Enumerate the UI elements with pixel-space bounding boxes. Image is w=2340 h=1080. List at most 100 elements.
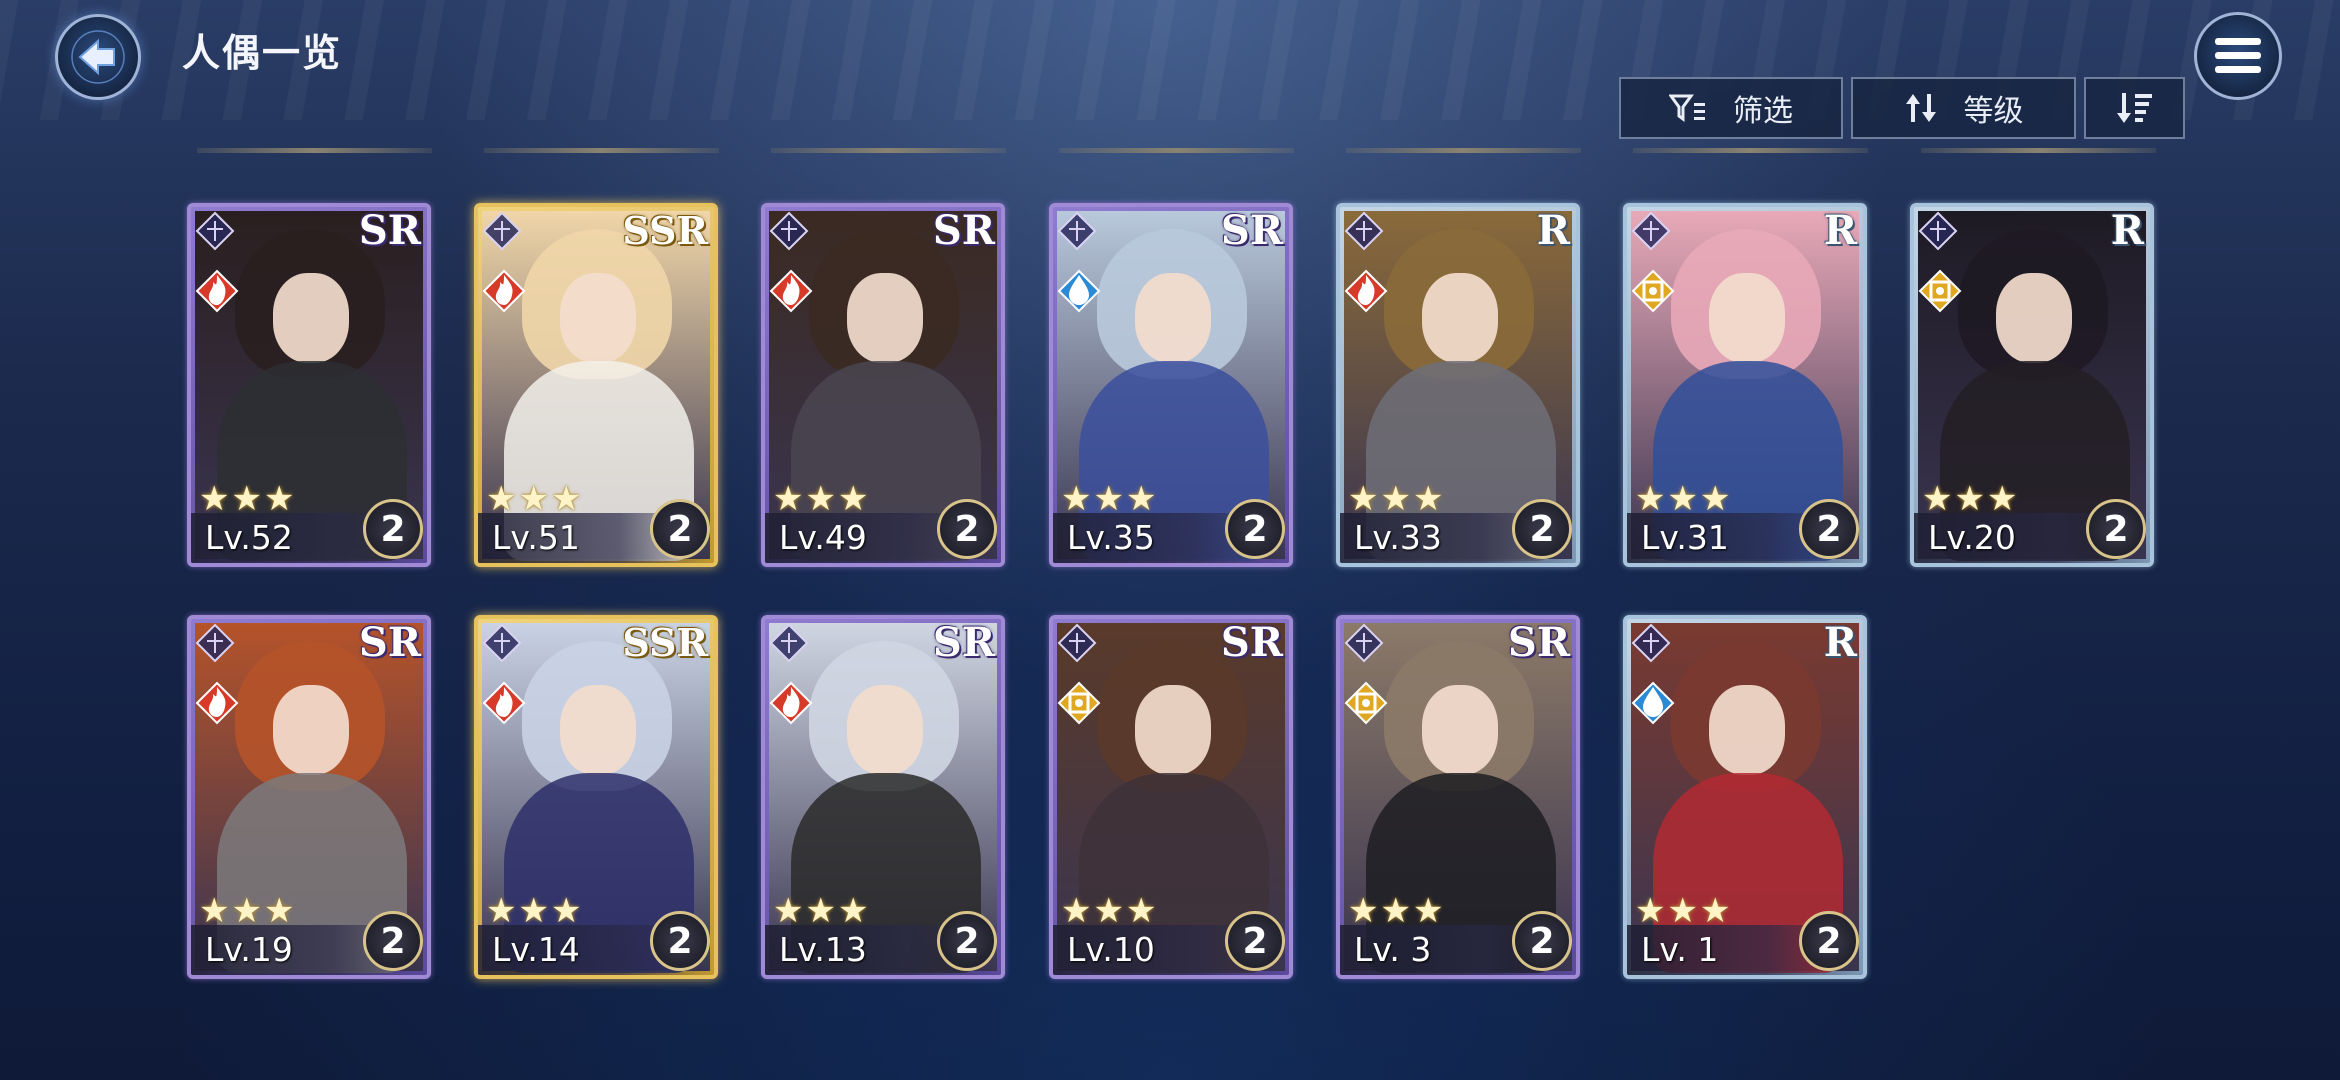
class-icon	[1918, 211, 1958, 251]
awakening-badge: 2	[1225, 911, 1285, 971]
awakening-badge: 2	[937, 499, 997, 559]
level-label: Lv.52	[205, 518, 293, 557]
star-rating: ★★★	[1348, 891, 1446, 931]
star-rating: ★★★	[199, 479, 297, 519]
star-rating: ★★★	[199, 891, 297, 931]
doll-card[interactable]: R ★★★ Lv. 1 2	[1623, 615, 1867, 979]
star-rating: ★★★	[1635, 891, 1733, 931]
rarity-label: R	[1823, 619, 1857, 666]
class-icon	[1057, 211, 1097, 251]
doll-card[interactable]: R ★★★ Lv.31 2	[1623, 203, 1867, 567]
class-icon	[482, 211, 522, 251]
sort-order-button[interactable]	[2084, 77, 2185, 139]
doll-card[interactable]: SR ★★★ Lv.10 2	[1049, 615, 1293, 979]
water-element-icon	[1631, 681, 1675, 725]
level-label: Lv.10	[1067, 930, 1155, 969]
class-icon	[482, 623, 522, 663]
fire-element-icon	[195, 269, 239, 313]
filter-icon	[1669, 94, 1705, 122]
back-arrow-icon	[71, 30, 125, 84]
rarity-label: SR	[932, 207, 995, 254]
class-icon	[1631, 623, 1671, 663]
fire-element-icon	[769, 681, 813, 725]
sort-descending-icon	[2116, 93, 2152, 123]
doll-card[interactable]: SR ★★★ Lv.52 2	[187, 203, 431, 567]
doll-card[interactable]: SR ★★★ Lv.49 2	[761, 203, 1005, 567]
fire-element-icon	[482, 681, 526, 725]
level-label: Lv.20	[1928, 518, 2016, 557]
rarity-label: R	[2110, 207, 2144, 254]
divider-line	[484, 148, 719, 153]
doll-card[interactable]: SR ★★★ Lv.13 2	[761, 615, 1005, 979]
class-icon	[769, 211, 809, 251]
level-label: Lv.49	[779, 518, 867, 557]
light-element-icon	[1057, 681, 1101, 725]
rarity-label: SSR	[622, 208, 708, 253]
doll-card[interactable]: SR ★★★ Lv.19 2	[187, 615, 431, 979]
doll-card[interactable]: SSR ★★★ Lv.14 2	[474, 615, 718, 979]
divider-line	[197, 148, 432, 153]
light-element-icon	[1344, 681, 1388, 725]
doll-card[interactable]: SSR ★★★ Lv.51 2	[474, 203, 718, 567]
star-rating: ★★★	[486, 479, 584, 519]
rarity-label: SSR	[622, 620, 708, 665]
fire-element-icon	[769, 269, 813, 313]
star-rating: ★★★	[773, 479, 871, 519]
awakening-badge: 2	[1512, 499, 1572, 559]
class-icon	[769, 623, 809, 663]
sort-label: 等级	[1963, 94, 2024, 129]
awakening-badge: 2	[363, 911, 423, 971]
rarity-label: SR	[1220, 619, 1283, 666]
doll-card[interactable]: R ★★★ Lv.20 2	[1910, 203, 2154, 567]
class-icon	[1631, 211, 1671, 251]
page-title: 人偶一览	[182, 31, 343, 75]
awakening-badge: 2	[650, 499, 710, 559]
divider-line	[1921, 148, 2156, 153]
doll-card[interactable]: SR ★★★ Lv. 3 2	[1336, 615, 1580, 979]
level-label: Lv. 1	[1641, 930, 1719, 969]
star-rating: ★★★	[1061, 891, 1159, 931]
star-rating: ★★★	[1635, 479, 1733, 519]
menu-button[interactable]	[2194, 12, 2282, 100]
awakening-badge: 2	[1512, 911, 1572, 971]
awakening-badge: 2	[937, 911, 997, 971]
doll-card[interactable]: SR ★★★ Lv.35 2	[1049, 203, 1293, 567]
sort-arrows-icon	[1905, 94, 1936, 122]
level-label: Lv.33	[1354, 518, 1442, 557]
fire-element-icon	[482, 269, 526, 313]
light-element-icon	[1918, 269, 1962, 313]
class-icon	[195, 623, 235, 663]
water-element-icon	[1057, 269, 1101, 313]
awakening-badge: 2	[650, 911, 710, 971]
star-rating: ★★★	[1348, 479, 1446, 519]
class-icon	[195, 211, 235, 251]
doll-card[interactable]: R ★★★ Lv.33 2	[1336, 203, 1580, 567]
level-label: Lv.35	[1067, 518, 1155, 557]
hamburger-menu-icon	[2215, 38, 2261, 73]
class-icon	[1344, 623, 1384, 663]
star-rating: ★★★	[1061, 479, 1159, 519]
divider-line	[1346, 148, 1581, 153]
level-label: Lv.19	[205, 930, 293, 969]
class-icon	[1057, 623, 1097, 663]
star-rating: ★★★	[486, 891, 584, 931]
awakening-badge: 2	[1799, 499, 1859, 559]
level-label: Lv.51	[492, 518, 580, 557]
star-rating: ★★★	[773, 891, 871, 931]
level-label: Lv.14	[492, 930, 580, 969]
awakening-badge: 2	[2086, 499, 2146, 559]
level-label: Lv. 3	[1354, 930, 1432, 969]
class-icon	[1344, 211, 1384, 251]
back-button[interactable]	[55, 14, 141, 100]
fire-element-icon	[1344, 269, 1388, 313]
rarity-label: R	[1823, 207, 1857, 254]
rarity-label: SR	[1220, 207, 1283, 254]
star-rating: ★★★	[1922, 479, 2020, 519]
fire-element-icon	[195, 681, 239, 725]
sort-by-level-button[interactable]: 等级	[1851, 77, 2076, 139]
rarity-label: R	[1536, 207, 1570, 254]
filter-button[interactable]: 筛选	[1619, 77, 1843, 139]
awakening-badge: 2	[1225, 499, 1285, 559]
light-element-icon	[1631, 269, 1675, 313]
divider-line	[1633, 148, 1868, 153]
